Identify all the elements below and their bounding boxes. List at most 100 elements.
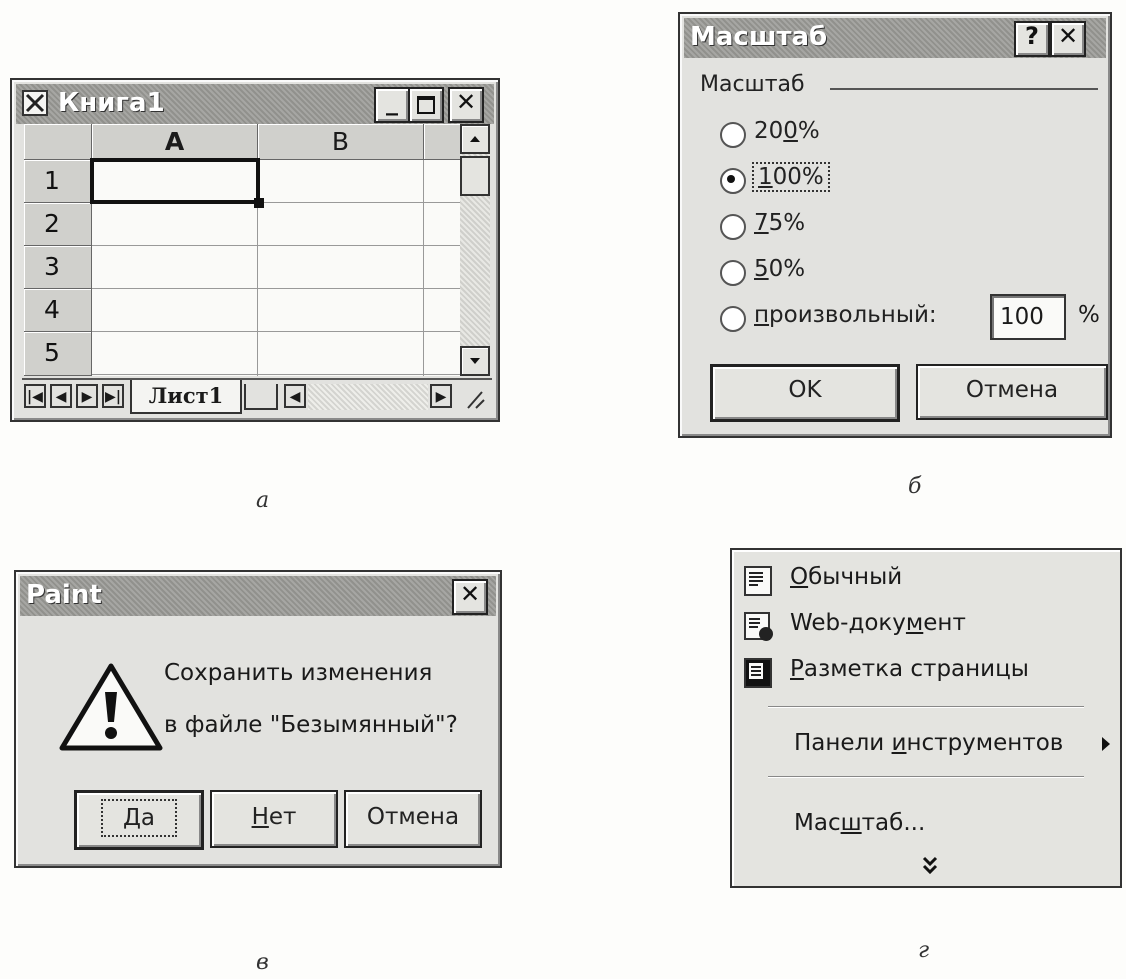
arrow-right-icon: ▶: [435, 389, 447, 405]
zoom-option-75[interactable]: 75%: [720, 206, 920, 246]
sheet-tab-active[interactable]: Лист1: [130, 380, 242, 414]
prev-sheet-button[interactable]: ◀: [50, 384, 72, 408]
radio-75[interactable]: [720, 214, 746, 240]
first-sheet-button[interactable]: |◀: [24, 384, 46, 408]
radio-50[interactable]: [720, 260, 746, 286]
radio-100[interactable]: [720, 168, 746, 194]
row-header-4[interactable]: 4: [24, 289, 92, 332]
prev-sheet-icon: ◀: [55, 389, 67, 405]
warning-icon: [56, 660, 166, 756]
yes-button[interactable]: Да: [74, 790, 204, 850]
zoom-close-button[interactable]: ✕: [1050, 21, 1086, 57]
zoom-dialog-title: Масштаб: [690, 22, 828, 52]
page-layout-icon: [744, 658, 772, 688]
radio-200[interactable]: [720, 122, 746, 148]
web-document-icon: [744, 612, 773, 641]
row-header-2[interactable]: 2: [24, 203, 92, 246]
resize-grip-icon[interactable]: [460, 386, 486, 410]
paint-cancel-button[interactable]: Отмена: [344, 790, 482, 848]
yes-focus-rect: Да: [100, 799, 178, 837]
excel-app-icon: [22, 90, 48, 116]
arrow-down-icon: [470, 358, 480, 364]
expand-menu-icon[interactable]: [918, 854, 942, 878]
column-header-c[interactable]: [424, 124, 460, 160]
scroll-down-button[interactable]: [460, 346, 490, 376]
radio-custom[interactable]: [720, 306, 746, 332]
row-header-5[interactable]: 5: [24, 332, 92, 376]
zoom-dialog: Масштаб ? ✕ Масштаб 200% 100% 75% 50% пр…: [678, 12, 1112, 438]
horizontal-scroll-left[interactable]: ◀: [284, 384, 306, 408]
paint-dialog: Paint ✕ Сохранить изменения в файле "Без…: [14, 570, 502, 868]
option-label-custom: произвольный:: [754, 302, 937, 328]
minimize-icon: _: [386, 88, 398, 116]
submenu-arrow-icon: [1100, 734, 1112, 758]
column-header-a[interactable]: A: [92, 124, 258, 160]
zoom-title-bar[interactable]: Масштаб ? ✕: [684, 18, 1106, 58]
first-sheet-icon: |◀: [27, 389, 43, 405]
last-sheet-icon: ▶|: [105, 389, 121, 405]
close-icon: ✕: [455, 88, 477, 116]
caption-g: г: [918, 938, 930, 963]
close-icon: ✕: [1057, 22, 1079, 50]
zoom-cancel-button[interactable]: Отмена: [916, 364, 1108, 420]
active-cell-a1[interactable]: [90, 158, 260, 204]
custom-zoom-input[interactable]: 100: [990, 294, 1066, 340]
caption-v: в: [256, 950, 269, 975]
minimize-button[interactable]: _: [374, 87, 410, 123]
option-label-50: 50%: [754, 256, 806, 282]
last-sheet-button[interactable]: ▶|: [102, 384, 124, 408]
normal-view-icon: [744, 566, 772, 596]
percent-sign: %: [1078, 302, 1100, 328]
select-all-corner[interactable]: [24, 124, 92, 160]
group-line: [830, 88, 1098, 90]
scroll-thumb[interactable]: [460, 156, 490, 196]
menu-item-page-layout[interactable]: Разметка страницы: [732, 650, 1120, 694]
scroll-up-button[interactable]: [460, 124, 490, 154]
row-header-3[interactable]: 3: [24, 246, 92, 289]
zoom-option-custom[interactable]: произвольный:: [720, 298, 980, 338]
maximize-button[interactable]: [408, 87, 444, 123]
caption-b: б: [908, 474, 922, 499]
arrow-left-icon: ◀: [289, 389, 301, 405]
option-label-200: 200%: [754, 118, 820, 144]
paint-close-button[interactable]: ✕: [452, 579, 488, 615]
next-sheet-icon: ▶: [81, 389, 93, 405]
excel-title-bar[interactable]: Книга1 _ ✕: [16, 84, 494, 124]
close-button[interactable]: ✕: [448, 87, 484, 123]
paint-dialog-title: Paint: [26, 580, 102, 610]
sheet-tab-next[interactable]: [244, 384, 278, 410]
vertical-scrollbar[interactable]: [460, 124, 490, 376]
row-header-1[interactable]: 1: [24, 160, 92, 203]
horizontal-scroll-right[interactable]: ▶: [430, 384, 452, 408]
zoom-group-label: Масштаб: [700, 72, 805, 97]
fill-handle[interactable]: [254, 198, 264, 208]
menu-item-normal[interactable]: Обычный: [732, 558, 1120, 602]
view-menu: Обычный Web-документ Разметка страницы П…: [730, 548, 1122, 888]
sheet-tab-bar: |◀ ◀ ▶ ▶| Лист1 ◀ ▶: [22, 378, 492, 414]
no-button[interactable]: Нет: [210, 790, 338, 848]
menu-item-zoom[interactable]: Масштаб...: [732, 804, 1120, 848]
menu-separator-2: [768, 776, 1084, 778]
maximize-icon: [417, 96, 435, 114]
option-label-100: 100%: [752, 162, 830, 192]
menu-item-toolbars[interactable]: Панели инструментов: [732, 724, 1120, 768]
next-sheet-button[interactable]: ▶: [76, 384, 98, 408]
zoom-option-200[interactable]: 200%: [720, 114, 920, 154]
help-icon: ?: [1025, 22, 1039, 50]
spreadsheet-grid: A B 1 2 3 4 5: [24, 124, 460, 376]
excel-title: Книга1: [58, 88, 165, 118]
column-header-b[interactable]: B: [258, 124, 424, 160]
arrow-up-icon: [470, 136, 480, 142]
help-button[interactable]: ?: [1014, 21, 1050, 57]
message-line-1: Сохранить изменения: [164, 660, 433, 686]
zoom-option-100[interactable]: 100%: [720, 160, 920, 200]
ok-button[interactable]: OK: [710, 364, 900, 422]
close-icon: ✕: [459, 580, 481, 608]
horizontal-scrollbar[interactable]: [308, 384, 428, 410]
paint-title-bar[interactable]: Paint ✕: [20, 576, 496, 616]
message-line-2: в файле "Безымянный"?: [164, 712, 458, 738]
excel-window: Книга1 _ ✕ A B 1 2 3 4 5 |◀ ◀ ▶ ▶| Лист1…: [10, 78, 500, 422]
menu-separator-1: [768, 706, 1084, 708]
zoom-option-50[interactable]: 50%: [720, 252, 920, 292]
menu-item-web[interactable]: Web-документ: [732, 604, 1120, 648]
